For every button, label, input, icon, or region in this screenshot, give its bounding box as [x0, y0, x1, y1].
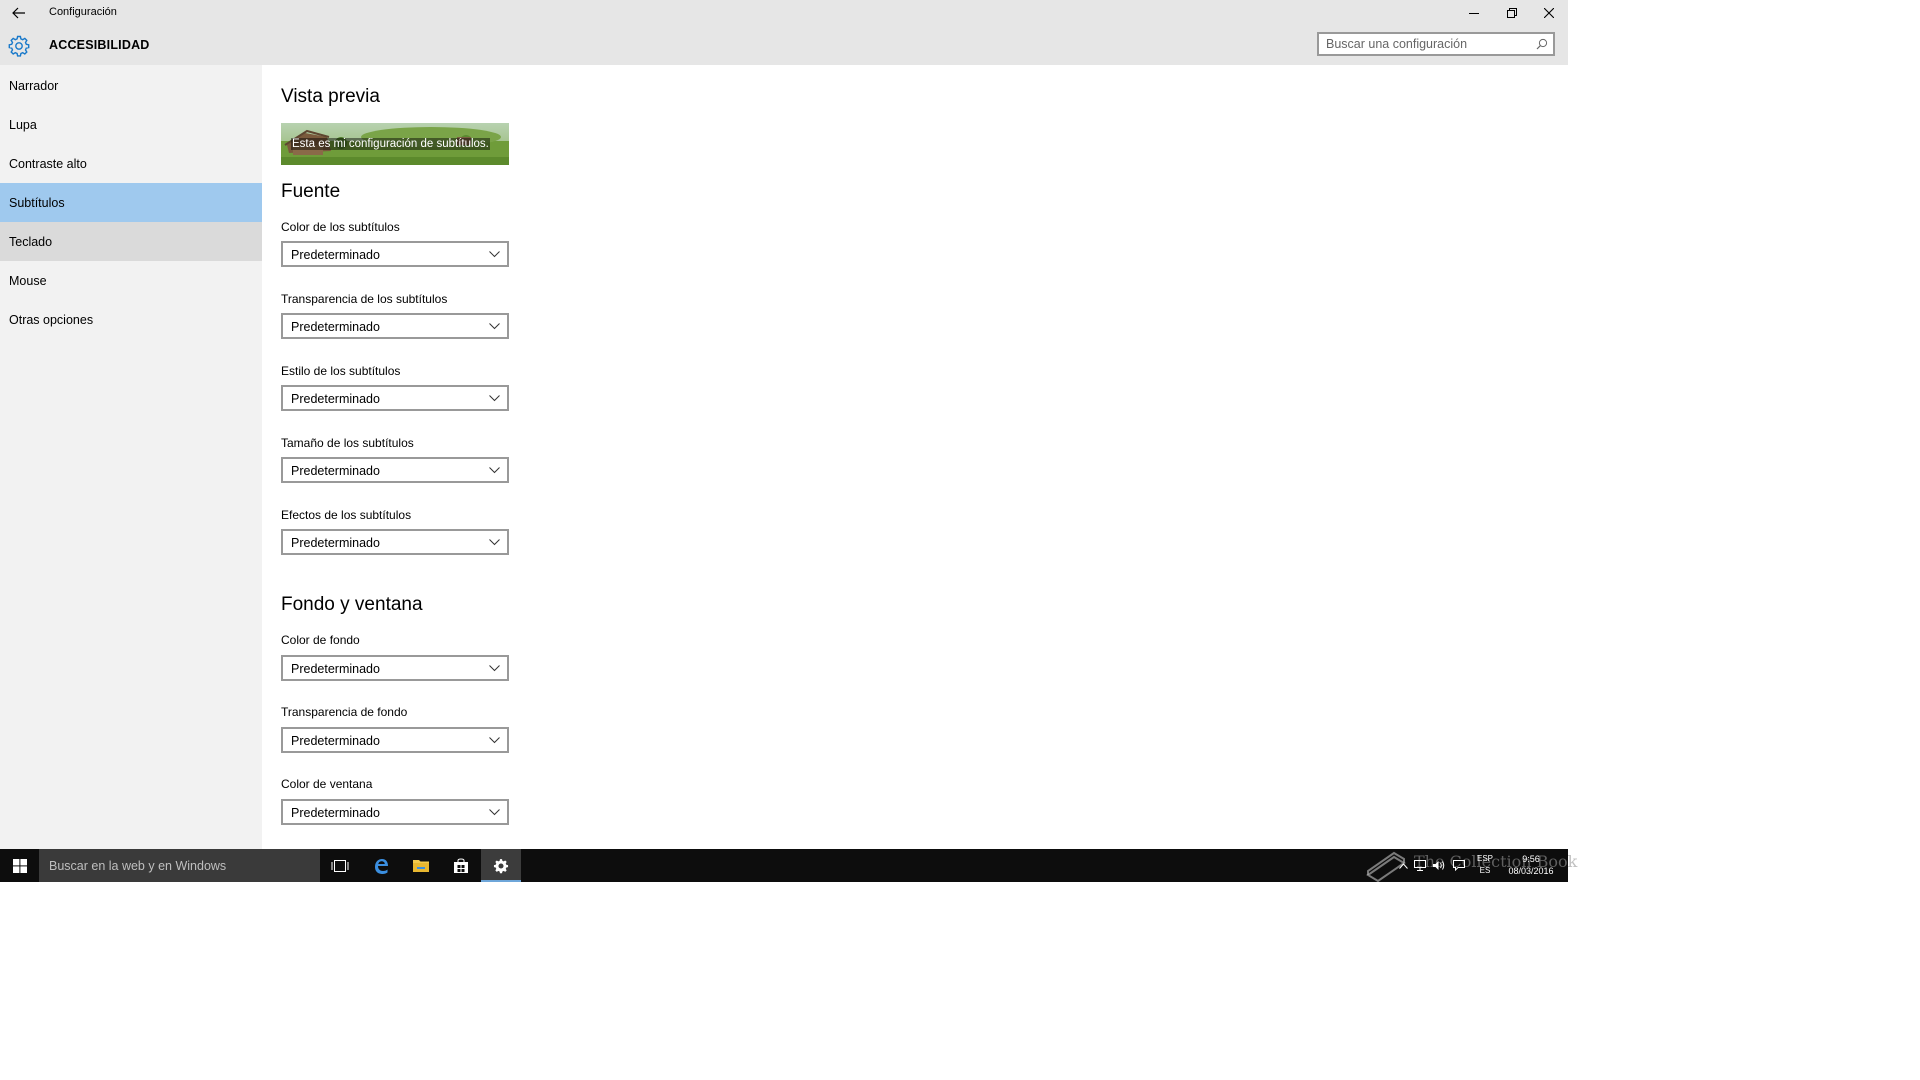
sidebar-item-narrador[interactable]: Narrador — [0, 66, 262, 105]
clock-date: 08/03/2016 — [1508, 866, 1554, 876]
window-color-label: Color de ventana — [281, 777, 373, 791]
chevron-down-icon — [489, 539, 500, 546]
sidebar-item-lupa[interactable]: Lupa — [0, 105, 262, 144]
settings-search[interactable] — [1317, 32, 1555, 56]
background-transparency-dropdown[interactable]: Predeterminado — [281, 727, 509, 753]
settings-taskbar-button[interactable] — [481, 849, 521, 882]
sidebar-item-contraste-alto[interactable]: Contraste alto — [0, 144, 262, 183]
background-color-label: Color de fondo — [281, 633, 360, 647]
clock[interactable]: 9:56 08/03/2016 — [1500, 853, 1562, 877]
close-button[interactable] — [1530, 0, 1567, 26]
folder-icon — [413, 860, 429, 872]
caption-effects-label: Efectos de los subtítulos — [281, 508, 412, 522]
caption-size-label: Tamaño de los subtítulos — [281, 436, 414, 450]
edge-icon — [375, 858, 388, 874]
chevron-down-icon — [489, 323, 500, 330]
caption-transparency-dropdown[interactable]: Predeterminado — [281, 313, 509, 339]
sidebar-item-label: Otras opciones — [9, 313, 94, 327]
gear-icon — [493, 858, 509, 873]
sidebar-item-mouse[interactable]: Mouse — [0, 261, 262, 300]
chevron-down-icon — [489, 809, 500, 816]
taskbar-search-box[interactable]: Buscar en la web y en Windows — [39, 849, 320, 882]
sidebar-item-label: Teclado — [9, 235, 53, 249]
font-heading: Fuente — [281, 181, 341, 202]
dropdown-value: Predeterminado — [291, 464, 380, 478]
dropdown-value: Predeterminado — [291, 320, 380, 334]
sidebar-item-label: Lupa — [9, 118, 37, 132]
store-bag-icon — [454, 857, 468, 873]
network-icon — [1414, 860, 1426, 871]
caption-effects-dropdown[interactable]: Predeterminado — [281, 529, 509, 555]
sidebar-item-otras-opciones[interactable]: Otras opciones — [0, 300, 262, 339]
windows-logo-icon — [12, 858, 27, 873]
edge-browser-button[interactable] — [361, 849, 401, 882]
task-view-icon — [331, 859, 349, 872]
show-hidden-icons-button[interactable] — [1396, 849, 1410, 882]
sidebar: Narrador Lupa Contraste alto Subtítulos … — [0, 65, 262, 849]
dropdown-value: Predeterminado — [291, 662, 380, 676]
start-button[interactable] — [0, 849, 39, 882]
taskbar: Buscar en la web y en Windows The Collec… — [0, 849, 1577, 882]
caption-transparency-label: Transparencia de los subtítulos — [281, 292, 448, 306]
dropdown-value: Predeterminado — [291, 392, 380, 406]
caption-color-label: Color de los subtítulos — [281, 220, 400, 234]
background-color-dropdown[interactable]: Predeterminado — [281, 655, 509, 681]
dropdown-value: Predeterminado — [291, 536, 380, 550]
chevron-up-icon — [1398, 862, 1408, 869]
window-title: Configuración — [49, 6, 117, 18]
volume-button[interactable] — [1430, 849, 1448, 882]
keyboard-layout: ES — [1479, 866, 1491, 875]
sidebar-item-label: Contraste alto — [9, 157, 87, 171]
preview-caption-text: Esta es mi configuración de subtítulos. — [291, 138, 490, 150]
dropdown-value: Predeterminado — [291, 734, 380, 748]
chevron-down-icon — [489, 395, 500, 402]
clock-time: 9:56 — [1522, 854, 1540, 864]
sidebar-item-label: Subtítulos — [9, 196, 65, 210]
sidebar-item-teclado[interactable]: Teclado — [0, 222, 262, 261]
sidebar-item-subtitulos[interactable]: Subtítulos — [0, 183, 262, 222]
restore-button[interactable] — [1493, 0, 1530, 26]
settings-header: ACCESIBILIDAD — [0, 26, 1568, 65]
sidebar-item-label: Narrador — [9, 79, 59, 93]
minimize-button[interactable] — [1455, 0, 1492, 26]
file-explorer-button[interactable] — [401, 849, 441, 882]
background-transparency-label: Transparencia de fondo — [281, 705, 408, 719]
title-bar: Configuración — [0, 0, 1568, 26]
minimize-icon — [1468, 13, 1479, 14]
dropdown-value: Predeterminado — [291, 806, 380, 820]
back-button[interactable] — [8, 3, 30, 23]
main-content: Vista previa Esta es mi configuración de… — [262, 65, 1568, 849]
language-code: ESP — [1476, 854, 1493, 863]
restore-icon — [1506, 8, 1517, 18]
chevron-down-icon — [489, 467, 500, 474]
page-title: ACCESIBILIDAD — [49, 38, 150, 52]
store-button[interactable] — [441, 849, 481, 882]
search-icon[interactable] — [1536, 38, 1548, 50]
preview-heading: Vista previa — [281, 86, 380, 107]
taskbar-search-placeholder: Buscar en la web y en Windows — [49, 859, 227, 873]
sidebar-item-label: Mouse — [9, 274, 47, 288]
caption-size-dropdown[interactable]: Predeterminado — [281, 457, 509, 483]
chevron-down-icon — [489, 251, 500, 258]
caption-style-label: Estilo de los subtítulos — [281, 364, 401, 378]
action-center-button[interactable] — [1450, 849, 1468, 882]
back-arrow-icon — [12, 7, 25, 19]
caption-style-dropdown[interactable]: Predeterminado — [281, 385, 509, 411]
chevron-down-icon — [489, 665, 500, 672]
caption-preview: Esta es mi configuración de subtítulos. — [281, 123, 509, 165]
network-button[interactable] — [1412, 849, 1428, 882]
notification-icon — [1453, 860, 1465, 871]
gear-icon — [8, 35, 30, 57]
chevron-down-icon — [489, 737, 500, 744]
search-input[interactable] — [1326, 36, 1526, 52]
caption-color-dropdown[interactable]: Predeterminado — [281, 241, 509, 267]
background-heading: Fondo y ventana — [281, 594, 423, 615]
speaker-icon — [1433, 861, 1445, 870]
task-view-button[interactable] — [320, 849, 360, 882]
dropdown-value: Predeterminado — [291, 248, 380, 262]
input-language[interactable]: ESP ES — [1472, 853, 1498, 877]
window-color-dropdown[interactable]: Predeterminado — [281, 799, 509, 825]
close-icon — [1543, 8, 1554, 18]
